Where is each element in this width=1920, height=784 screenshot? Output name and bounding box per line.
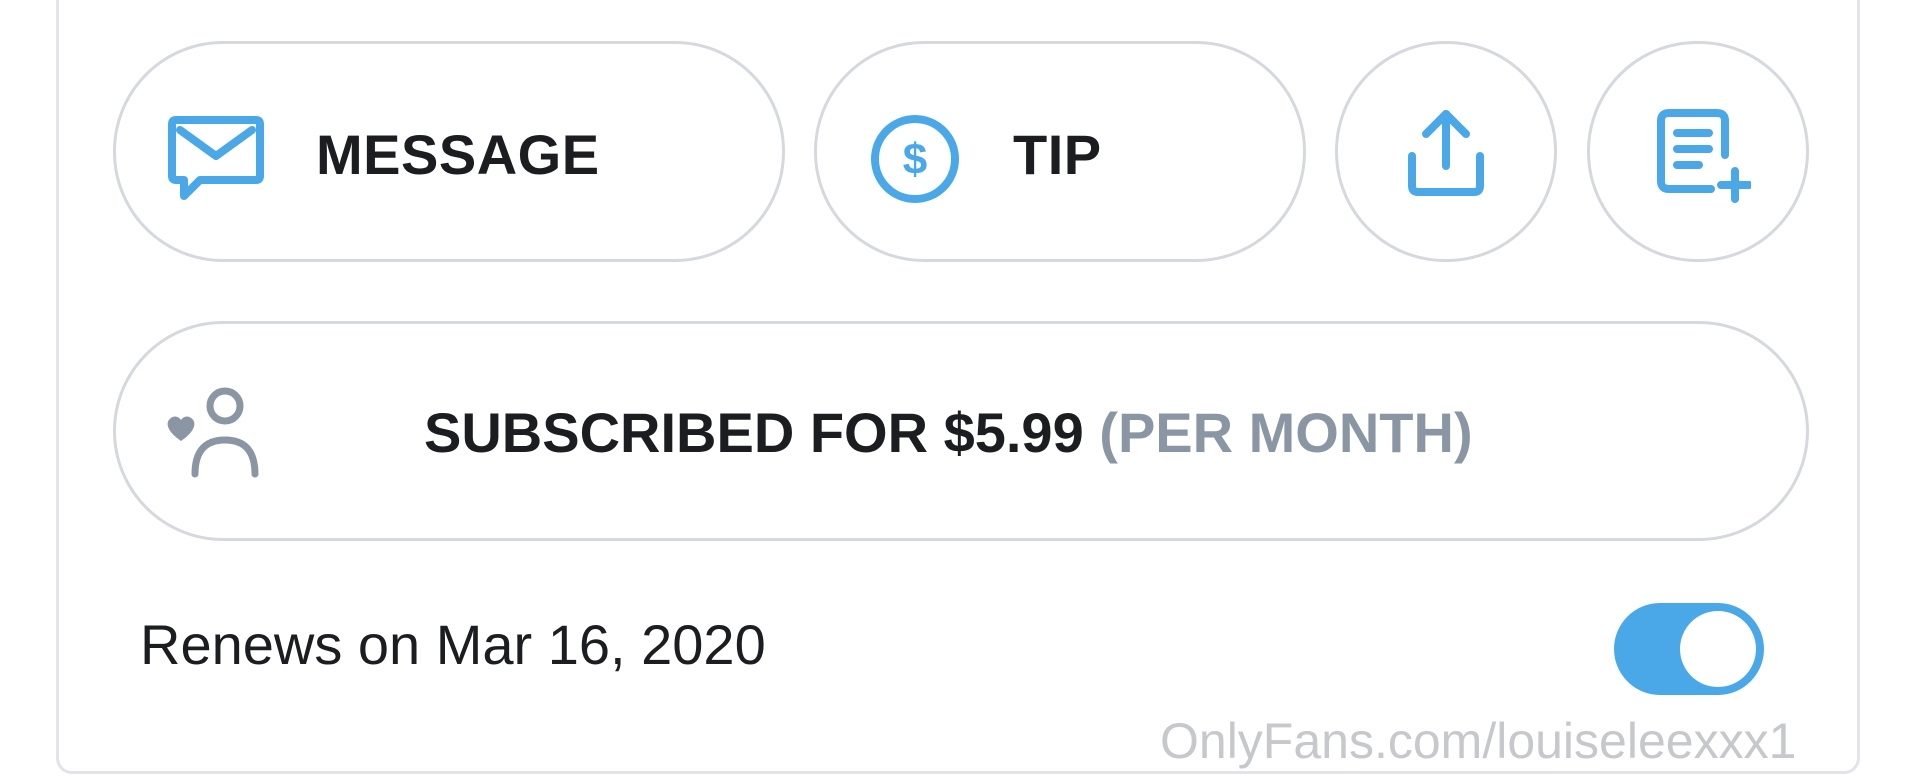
message-button[interactable]: MESSAGE: [113, 41, 785, 262]
subscription-text: SUBSCRIBED FOR $5.99 (PER MONTH): [424, 400, 1473, 465]
svg-text:$: $: [903, 135, 927, 184]
tip-button[interactable]: $ TIP: [814, 41, 1306, 262]
dollar-coin-icon: $: [871, 115, 959, 203]
subscription-period-text: (PER MONTH): [1099, 401, 1473, 464]
share-button[interactable]: [1335, 41, 1557, 262]
subscription-status-button[interactable]: SUBSCRIBED FOR $5.99 (PER MONTH): [113, 321, 1809, 541]
user-heart-icon: [167, 387, 259, 478]
add-to-list-icon: [1657, 108, 1751, 203]
subscription-price-text: SUBSCRIBED FOR $5.99: [424, 401, 1084, 464]
message-icon: [168, 116, 264, 200]
auto-renew-toggle[interactable]: [1614, 603, 1764, 695]
renewal-date-text: Renews on Mar 16, 2020: [140, 613, 766, 676]
watermark-text: OnlyFans.com/louiseleexxx1: [1160, 713, 1797, 769]
add-to-list-button[interactable]: [1587, 41, 1809, 262]
tip-button-label: TIP: [1013, 123, 1102, 186]
message-button-label: MESSAGE: [316, 123, 600, 186]
toggle-knob: [1680, 611, 1756, 687]
share-upload-icon: [1408, 109, 1484, 196]
